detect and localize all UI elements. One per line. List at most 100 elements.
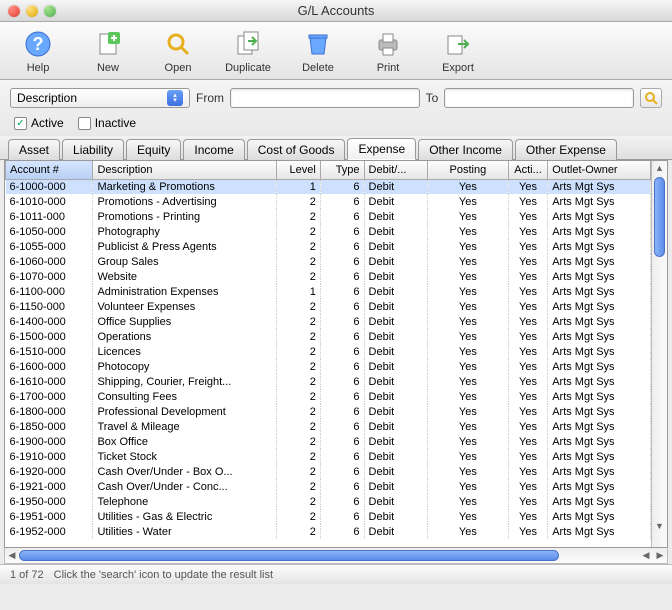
- table-row[interactable]: 6-1900-000Box Office26DebitYesYesArts Mg…: [6, 434, 651, 449]
- minimize-icon[interactable]: [26, 5, 38, 17]
- table-row[interactable]: 6-1910-000Ticket Stock26DebitYesYesArts …: [6, 449, 651, 464]
- field-select[interactable]: Description ▴▾: [10, 88, 190, 108]
- table-row[interactable]: 6-1050-000Photography26DebitYesYesArts M…: [6, 224, 651, 239]
- active-checkbox[interactable]: ✓ Active: [14, 116, 64, 130]
- close-icon[interactable]: [8, 5, 20, 17]
- table-row[interactable]: 6-1500-000Operations26DebitYesYesArts Mg…: [6, 329, 651, 344]
- cell: 6: [320, 389, 364, 404]
- cell: Yes: [427, 179, 508, 194]
- export-label: Export: [442, 62, 474, 74]
- to-input[interactable]: [444, 88, 634, 108]
- table-row[interactable]: 6-1951-000Utilities - Gas & Electric26De…: [6, 509, 651, 524]
- tab-asset[interactable]: Asset: [8, 139, 60, 160]
- table-row[interactable]: 6-1950-000Telephone26DebitYesYesArts Mgt…: [6, 494, 651, 509]
- table-row[interactable]: 6-1700-000Consulting Fees26DebitYesYesAr…: [6, 389, 651, 404]
- scroll-right-icon[interactable]: ▶: [653, 548, 667, 563]
- column-header[interactable]: Level: [277, 161, 321, 179]
- scroll-left-icon[interactable]: ◀: [5, 548, 19, 563]
- cell: Yes: [508, 389, 547, 404]
- tab-liability[interactable]: Liability: [62, 139, 124, 160]
- cell: Debit: [364, 239, 427, 254]
- cell: 6: [320, 329, 364, 344]
- cell: Yes: [508, 344, 547, 359]
- column-header[interactable]: Posting: [427, 161, 508, 179]
- column-header[interactable]: Acti...: [508, 161, 547, 179]
- column-header[interactable]: Description: [93, 161, 277, 179]
- table-row[interactable]: 6-1921-000Cash Over/Under - Conc...26Deb…: [6, 479, 651, 494]
- table-row[interactable]: 6-1800-000Professional Development26Debi…: [6, 404, 651, 419]
- scroll-up-icon[interactable]: ▲: [652, 161, 667, 175]
- horizontal-scrollbar[interactable]: ◀ ◀ ▶: [4, 548, 668, 564]
- duplicate-button[interactable]: Duplicate: [220, 28, 276, 74]
- scroll-left-icon[interactable]: ◀: [639, 548, 653, 563]
- column-header[interactable]: Outlet-Owner: [548, 161, 651, 179]
- cell: Debit: [364, 404, 427, 419]
- column-header[interactable]: Account #: [6, 161, 93, 179]
- window-title: G/L Accounts: [0, 3, 672, 18]
- search-button[interactable]: [640, 88, 662, 108]
- cell: Arts Mgt Sys: [548, 509, 651, 524]
- cell: Yes: [508, 479, 547, 494]
- cell: Debit: [364, 194, 427, 209]
- cell: Yes: [508, 254, 547, 269]
- table-row[interactable]: 6-1011-000Promotions - Printing26DebitYe…: [6, 209, 651, 224]
- table-row[interactable]: 6-1400-000Office Supplies26DebitYesYesAr…: [6, 314, 651, 329]
- cell: Arts Mgt Sys: [548, 269, 651, 284]
- table-row[interactable]: 6-1060-000Group Sales26DebitYesYesArts M…: [6, 254, 651, 269]
- cell: 6: [320, 524, 364, 539]
- tab-income[interactable]: Income: [183, 139, 244, 160]
- table-row[interactable]: 6-1010-000Promotions - Advertising26Debi…: [6, 194, 651, 209]
- table-row[interactable]: 6-1850-000Travel & Mileage26DebitYesYesA…: [6, 419, 651, 434]
- cell: Debit: [364, 479, 427, 494]
- column-header[interactable]: Debit/...: [364, 161, 427, 179]
- table-row[interactable]: 6-1610-000Shipping, Courier, Freight...2…: [6, 374, 651, 389]
- cell: Yes: [427, 449, 508, 464]
- cell: 2: [277, 464, 321, 479]
- table-row[interactable]: 6-1510-000Licences26DebitYesYesArts Mgt …: [6, 344, 651, 359]
- tab-cost-of-goods[interactable]: Cost of Goods: [247, 139, 346, 160]
- table-row[interactable]: 6-1150-000Volunteer Expenses26DebitYesYe…: [6, 299, 651, 314]
- cell: 2: [277, 224, 321, 239]
- delete-label: Delete: [302, 62, 334, 74]
- cell: Debit: [364, 269, 427, 284]
- print-button[interactable]: Print: [360, 28, 416, 74]
- scroll-thumb[interactable]: [654, 177, 665, 257]
- new-button[interactable]: New: [80, 28, 136, 74]
- cell: Debit: [364, 464, 427, 479]
- scroll-down-icon[interactable]: ▼: [652, 519, 667, 533]
- cell: 6: [320, 404, 364, 419]
- table-row[interactable]: 6-1070-000Website26DebitYesYesArts Mgt S…: [6, 269, 651, 284]
- table-row[interactable]: 6-1952-000Utilities - Water26DebitYesYes…: [6, 524, 651, 539]
- cell: 2: [277, 509, 321, 524]
- scroll-thumb[interactable]: [19, 550, 559, 561]
- cell: Yes: [508, 464, 547, 479]
- cell: 6: [320, 374, 364, 389]
- cell: Yes: [427, 434, 508, 449]
- cell: 6-1920-000: [6, 464, 93, 479]
- table-row[interactable]: 6-1100-000Administration Expenses16Debit…: [6, 284, 651, 299]
- zoom-icon[interactable]: [44, 5, 56, 17]
- open-button[interactable]: Open: [150, 28, 206, 74]
- from-input[interactable]: [230, 88, 420, 108]
- inactive-checkbox[interactable]: Inactive: [78, 116, 136, 130]
- table-row[interactable]: 6-1920-000Cash Over/Under - Box O...26De…: [6, 464, 651, 479]
- export-button[interactable]: Export: [430, 28, 486, 74]
- tab-equity[interactable]: Equity: [126, 139, 181, 160]
- table-row[interactable]: 6-1000-000Marketing & Promotions16DebitY…: [6, 179, 651, 194]
- table-row[interactable]: 6-1055-000Publicist & Press Agents26Debi…: [6, 239, 651, 254]
- vertical-scrollbar[interactable]: ▲ ▼: [651, 161, 667, 547]
- table-row[interactable]: 6-1600-000Photocopy26DebitYesYesArts Mgt…: [6, 359, 651, 374]
- cell: 6: [320, 314, 364, 329]
- cell: 2: [277, 254, 321, 269]
- column-header[interactable]: Type: [320, 161, 364, 179]
- tab-other-expense[interactable]: Other Expense: [515, 139, 617, 160]
- cell: Shipping, Courier, Freight...: [93, 374, 277, 389]
- tab-other-income[interactable]: Other Income: [418, 139, 513, 160]
- cell: 6-1060-000: [6, 254, 93, 269]
- help-button[interactable]: ? Help: [10, 28, 66, 74]
- tab-expense[interactable]: Expense: [347, 138, 416, 160]
- delete-button[interactable]: Delete: [290, 28, 346, 74]
- cell: 2: [277, 194, 321, 209]
- cell: 6-1850-000: [6, 419, 93, 434]
- cell: 6: [320, 359, 364, 374]
